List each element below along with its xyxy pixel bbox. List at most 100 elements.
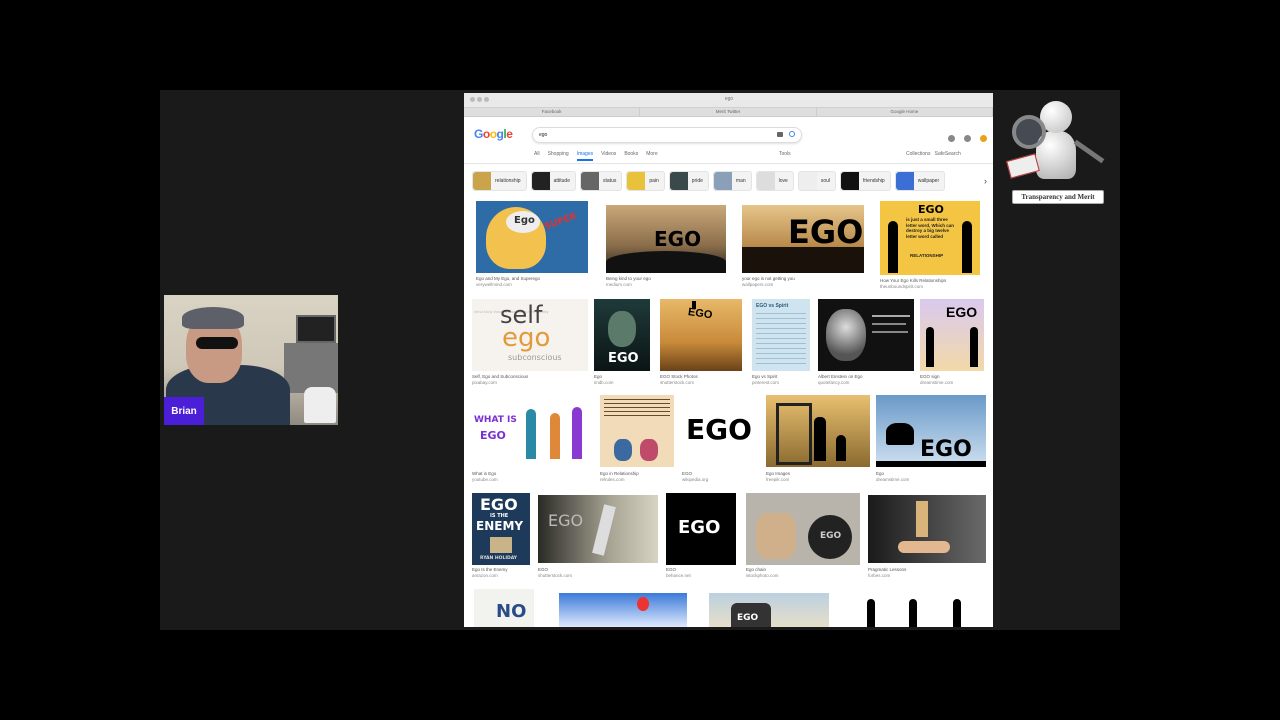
result-source: dreamstime.com bbox=[876, 477, 910, 482]
apps-grid-icon[interactable] bbox=[964, 135, 971, 142]
tab-google-home[interactable]: Google Home bbox=[817, 108, 993, 116]
window-controls[interactable] bbox=[470, 97, 491, 104]
result-image[interactable]: EGO bbox=[920, 299, 984, 371]
image-text: EGO bbox=[920, 437, 972, 462]
image-text: EGO bbox=[788, 213, 864, 251]
result-image[interactable] bbox=[559, 593, 687, 627]
chip-label: status bbox=[602, 178, 617, 184]
address-bar[interactable]: ego bbox=[679, 96, 779, 104]
search-input[interactable]: ego bbox=[532, 127, 802, 143]
result-source: istockphoto.com bbox=[746, 573, 779, 578]
result-image[interactable]: EGO bbox=[709, 593, 829, 627]
result-image[interactable]: NO bbox=[474, 589, 534, 627]
image-text: EGO bbox=[918, 203, 944, 216]
result-image[interactable]: EGO vs Spirit bbox=[752, 299, 810, 371]
chip-wallpaper[interactable]: wallpaper bbox=[894, 171, 946, 191]
image-text: EGO bbox=[678, 517, 721, 538]
chip-relationship[interactable]: relationship bbox=[472, 171, 527, 191]
result-image[interactable]: EGO bbox=[666, 493, 736, 565]
logo-label: Transparency and Merit bbox=[1012, 190, 1104, 204]
image-text: is just a small three letter word, Which… bbox=[906, 217, 955, 239]
result-source: behance.net bbox=[666, 573, 691, 578]
image-text: subconscious bbox=[508, 353, 562, 362]
image-text: EGO bbox=[820, 531, 842, 541]
presenter-name-tag: Brian bbox=[164, 397, 204, 425]
chip-friendship[interactable]: friendship bbox=[840, 171, 891, 191]
chip-label: friendship bbox=[863, 178, 885, 184]
result-image[interactable] bbox=[818, 299, 914, 371]
chevron-right-icon[interactable]: › bbox=[984, 177, 990, 186]
result-image[interactable]: EGO bbox=[876, 395, 986, 467]
result-image[interactable]: EGO bbox=[682, 399, 758, 467]
magnifier-handle bbox=[1073, 139, 1105, 164]
google-logo[interactable]: Google bbox=[474, 127, 513, 141]
minimize-icon[interactable] bbox=[477, 97, 482, 102]
chip-label: pride bbox=[691, 178, 703, 184]
result-source: pixabay.com bbox=[472, 380, 497, 385]
tab-videos[interactable]: Videos bbox=[601, 151, 616, 161]
search-nav: All Shopping Images Videos Books More bbox=[534, 151, 658, 161]
tab-images[interactable]: Images bbox=[576, 151, 594, 161]
tab-books[interactable]: Books bbox=[624, 151, 638, 161]
result-source: wikipedia.org bbox=[682, 477, 709, 482]
settings-icon[interactable] bbox=[948, 135, 955, 142]
browser-titlebar: ego bbox=[464, 93, 993, 108]
image-text: ego bbox=[502, 323, 551, 353]
presenter-hat bbox=[182, 307, 244, 329]
chip-pride[interactable]: pride bbox=[668, 171, 709, 191]
result-image[interactable]: EGO bbox=[594, 299, 650, 371]
result-image[interactable] bbox=[600, 395, 674, 467]
close-icon[interactable] bbox=[470, 97, 475, 102]
chip-attitude[interactable]: attitude bbox=[530, 171, 576, 191]
maximize-icon[interactable] bbox=[484, 97, 489, 102]
image-text: ENEMY bbox=[476, 519, 524, 533]
result-image[interactable]: EGO IS THE ENEMY RYAN HOLIDAY bbox=[472, 493, 530, 565]
tab-merit-twitter[interactable]: Merit Twitter bbox=[640, 108, 817, 116]
tools-button[interactable]: Tools bbox=[779, 151, 791, 157]
camera-icon[interactable] bbox=[777, 132, 783, 137]
chip-man[interactable]: man bbox=[712, 171, 752, 191]
result-image[interactable]: WHAT IS EGO bbox=[472, 399, 594, 467]
image-text: Ego bbox=[514, 215, 535, 226]
result-source: wallpapers.com bbox=[742, 282, 774, 287]
chip-pain[interactable]: pain bbox=[626, 171, 665, 191]
chip-label: love bbox=[778, 178, 788, 184]
result-image[interactable]: EGO bbox=[660, 299, 742, 371]
background-desk bbox=[284, 343, 338, 393]
result-source: amazon.com bbox=[472, 573, 498, 578]
image-text: EGO bbox=[608, 351, 639, 366]
result-image[interactable]: EGO bbox=[606, 205, 726, 273]
google-header: Google ego bbox=[464, 123, 993, 143]
result-image[interactable]: EGO bbox=[538, 495, 658, 563]
collections-link[interactable]: Collections SafeSearch bbox=[906, 151, 961, 157]
tab-facebook[interactable]: Facebook bbox=[464, 108, 641, 116]
chip-love[interactable]: love bbox=[755, 171, 794, 191]
result-source: relrules.com bbox=[600, 477, 625, 482]
search-icon[interactable] bbox=[789, 131, 795, 137]
result-image[interactable]: EGO is just a small three letter word, W… bbox=[880, 201, 980, 275]
result-image[interactable]: mind body thought awareness self identit… bbox=[472, 299, 588, 371]
image-text: RYAN HOLIDAY bbox=[480, 556, 518, 561]
image-text: EGO bbox=[548, 511, 584, 530]
safesearch-label[interactable]: SafeSearch bbox=[935, 151, 961, 157]
nav-divider bbox=[464, 163, 993, 164]
result-image[interactable]: EGO bbox=[742, 205, 864, 273]
chip-soul[interactable]: soul bbox=[797, 171, 837, 191]
result-image[interactable] bbox=[849, 593, 984, 627]
tab-shopping[interactable]: Shopping bbox=[548, 151, 569, 161]
result-image[interactable]: Ego SUPER bbox=[476, 201, 588, 273]
chip-status[interactable]: status bbox=[579, 171, 623, 191]
tab-more[interactable]: More bbox=[646, 151, 657, 161]
result-image[interactable] bbox=[766, 395, 870, 467]
tab-all[interactable]: All bbox=[534, 151, 540, 161]
result-source: dreamstime.com bbox=[920, 380, 954, 385]
result-source: imdb.com bbox=[594, 380, 614, 385]
image-text: NO bbox=[496, 601, 527, 622]
result-image[interactable] bbox=[868, 495, 986, 563]
image-text: EGO vs Spirit bbox=[756, 303, 789, 309]
avatar[interactable] bbox=[980, 135, 987, 142]
result-source: youtube.com bbox=[472, 477, 498, 482]
result-image[interactable]: EGO bbox=[746, 493, 860, 565]
image-text: SUPER bbox=[543, 211, 579, 233]
search-query: ego bbox=[539, 132, 548, 138]
